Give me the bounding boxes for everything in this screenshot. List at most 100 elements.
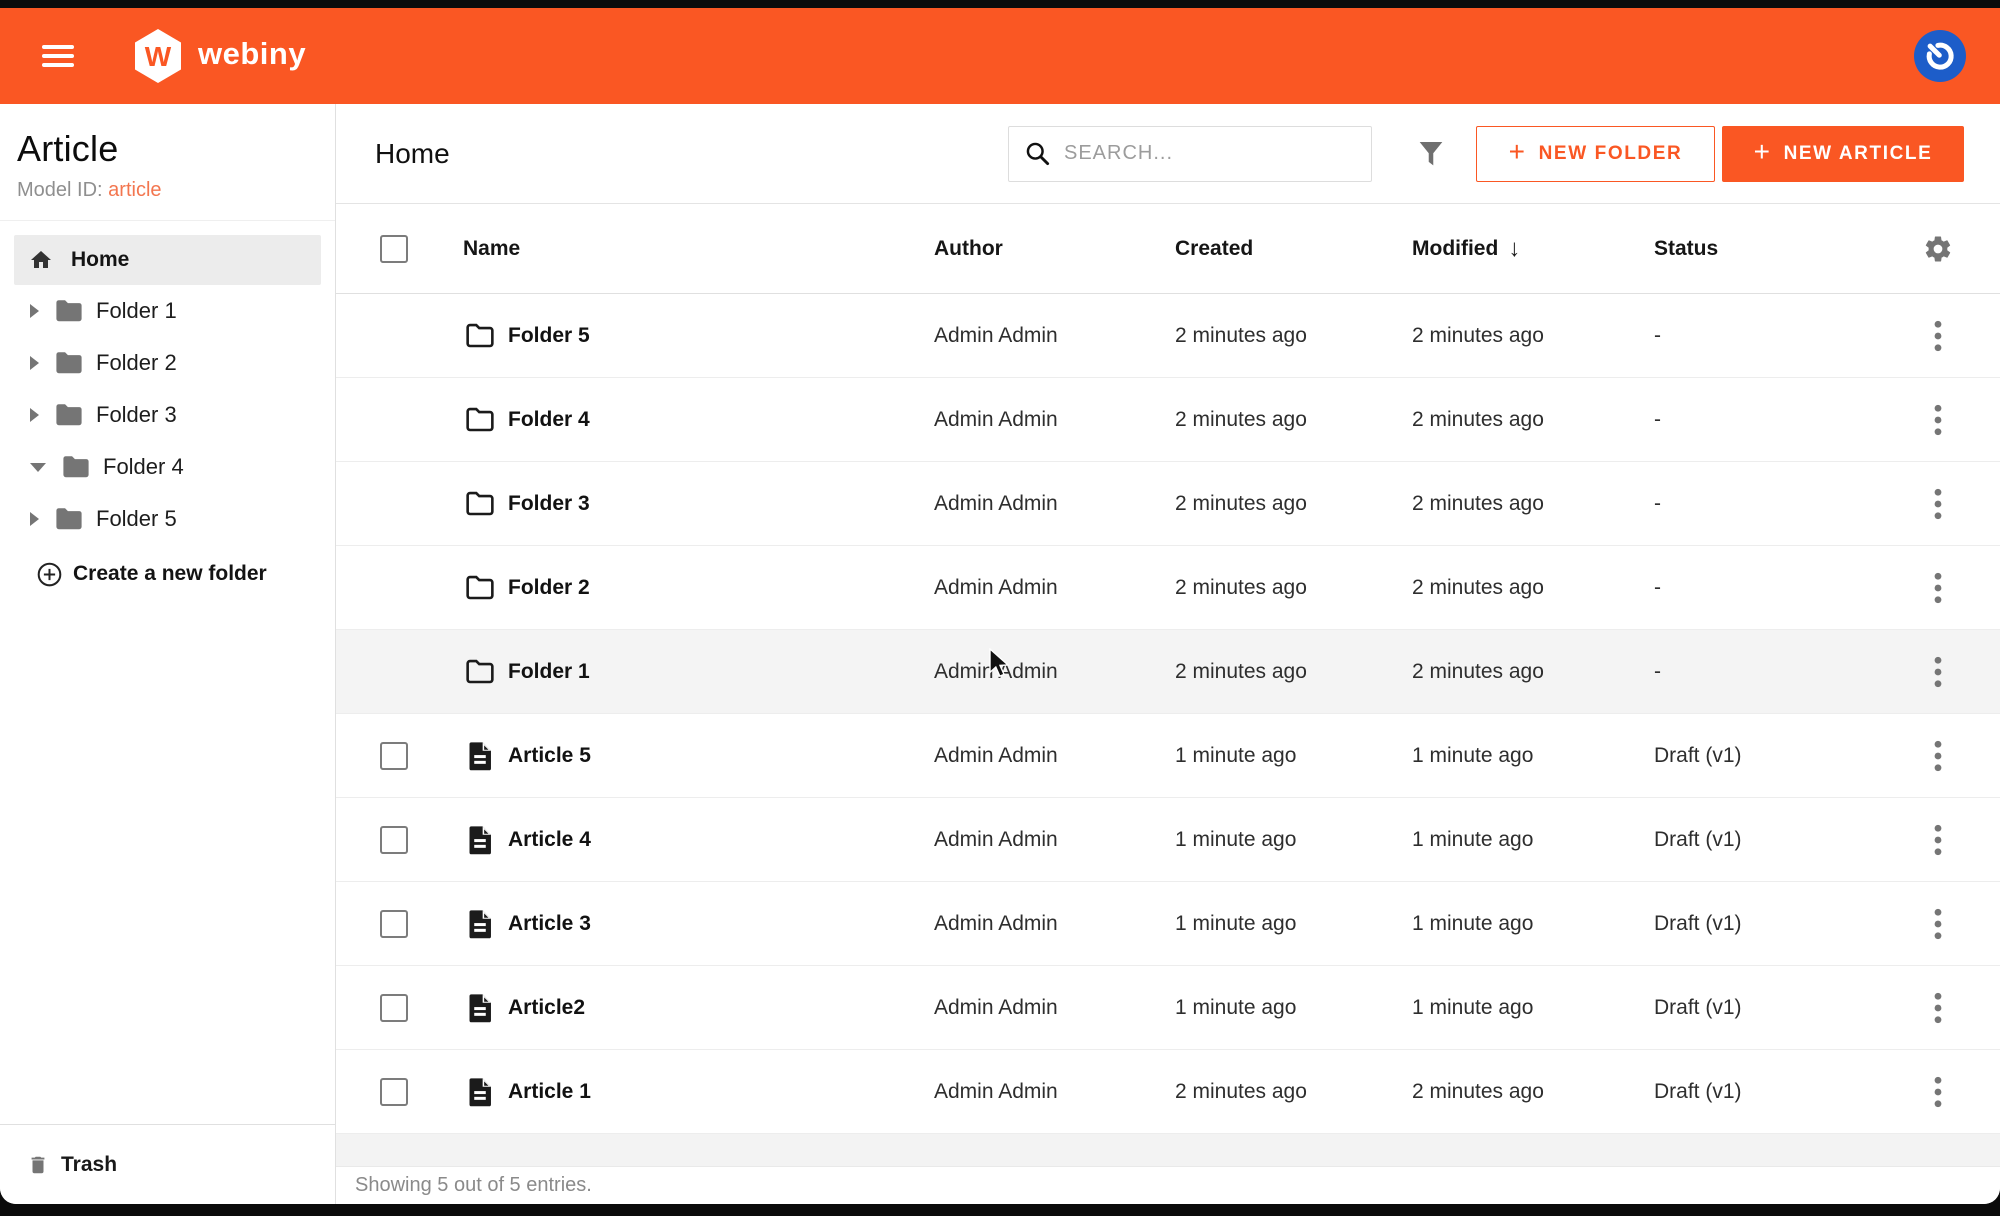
- hamburger-menu-icon[interactable]: [42, 45, 74, 67]
- table-settings-button[interactable]: [1923, 234, 1953, 264]
- table-row[interactable]: Folder 5 Admin Admin 2 minutes ago 2 min…: [336, 294, 2000, 378]
- row-author: Admin Admin: [934, 912, 1175, 936]
- row-name[interactable]: Article2: [508, 996, 934, 1020]
- row-name[interactable]: Folder 5: [508, 324, 934, 348]
- table-row[interactable]: Article 4 Admin Admin 1 minute ago 1 min…: [336, 798, 2000, 882]
- row-actions-menu-button[interactable]: [1933, 907, 1943, 941]
- new-article-label: NEW ARTICLE: [1784, 143, 1933, 165]
- row-name[interactable]: Folder 3: [508, 492, 934, 516]
- select-all-checkbox[interactable]: [380, 235, 408, 263]
- kebab-icon: [1933, 655, 1943, 689]
- filter-button[interactable]: [1414, 136, 1448, 172]
- document-icon: [467, 909, 493, 939]
- row-checkbox[interactable]: [380, 994, 408, 1022]
- row-status: Draft (v1): [1654, 1080, 1906, 1104]
- folder-icon: [54, 403, 84, 427]
- model-id-value: article: [108, 179, 161, 201]
- row-name[interactable]: Article 5: [508, 744, 934, 768]
- caret-icon[interactable]: [30, 463, 46, 472]
- row-actions-menu-button[interactable]: [1933, 991, 1943, 1025]
- table-row[interactable]: Article 5 Admin Admin 1 minute ago 1 min…: [336, 714, 2000, 798]
- row-actions-menu-button[interactable]: [1933, 319, 1943, 353]
- row-checkbox[interactable]: [380, 910, 408, 938]
- sidebar-folder-item[interactable]: Folder 1: [0, 285, 335, 337]
- trash-button[interactable]: Trash: [0, 1124, 335, 1204]
- row-created: 1 minute ago: [1175, 744, 1412, 768]
- row-checkbox[interactable]: [380, 1078, 408, 1106]
- sort-desc-arrow-icon: ↓: [1508, 235, 1520, 263]
- table-row[interactable]: Folder 3 Admin Admin 2 minutes ago 2 min…: [336, 462, 2000, 546]
- row-checkbox[interactable]: [380, 742, 408, 770]
- row-status: -: [1654, 408, 1906, 432]
- brand-wordmark: webiny: [198, 36, 306, 72]
- table-row[interactable]: Article 1 Admin Admin 2 minutes ago 2 mi…: [336, 1050, 2000, 1134]
- filter-icon: [1414, 136, 1448, 172]
- sidebar-folder-item[interactable]: Folder 5: [0, 493, 335, 545]
- row-actions-menu-button[interactable]: [1933, 487, 1943, 521]
- topbar: W webiny: [0, 8, 2000, 104]
- row-name[interactable]: Folder 4: [508, 408, 934, 432]
- document-icon: [467, 1077, 493, 1107]
- power-icon: [1923, 39, 1957, 73]
- row-created: 2 minutes ago: [1175, 324, 1412, 348]
- table-footer: Showing 5 out of 5 entries.: [336, 1167, 2000, 1204]
- user-avatar[interactable]: [1914, 30, 1966, 82]
- folder-icon: [54, 507, 84, 531]
- row-name[interactable]: Folder 1: [508, 660, 934, 684]
- caret-icon[interactable]: [30, 512, 39, 526]
- circle-plus-icon: [36, 561, 63, 588]
- folder-tree: Home Folder 1: [0, 221, 335, 1124]
- row-status: Draft (v1): [1654, 828, 1906, 852]
- sidebar-folder-label: Folder 4: [103, 454, 184, 480]
- sidebar-folder-item[interactable]: Folder 4: [0, 441, 335, 493]
- row-name[interactable]: Article 3: [508, 912, 934, 936]
- sidebar-folder-item[interactable]: Folder 2: [0, 337, 335, 389]
- caret-icon[interactable]: [30, 304, 39, 318]
- search-box: [1008, 126, 1372, 182]
- row-name[interactable]: Folder 2: [508, 576, 934, 600]
- sidebar-folder-item[interactable]: Folder 3: [0, 389, 335, 441]
- sidebar: Article Model ID: article Home: [0, 104, 336, 1204]
- row-modified: 2 minutes ago: [1412, 1080, 1654, 1104]
- caret-icon[interactable]: [30, 356, 39, 370]
- new-folder-button[interactable]: + NEW FOLDER: [1476, 126, 1715, 182]
- row-created: 1 minute ago: [1175, 828, 1412, 852]
- caret-icon[interactable]: [30, 408, 39, 422]
- plus-icon: +: [1754, 136, 1772, 168]
- column-header-modified[interactable]: Modified ↓: [1412, 235, 1654, 263]
- row-checkbox[interactable]: [380, 826, 408, 854]
- table-row[interactable]: Article2 Admin Admin 1 minute ago 1 minu…: [336, 966, 2000, 1050]
- table-row[interactable]: Article 3 Admin Admin 1 minute ago 1 min…: [336, 882, 2000, 966]
- folder-icon: [464, 575, 496, 601]
- breadcrumb[interactable]: Home: [375, 138, 450, 170]
- sidebar-folder-list: Folder 1 Folder 2 Fold: [0, 285, 335, 545]
- row-name[interactable]: Article 1: [508, 1080, 934, 1104]
- sidebar-item-home[interactable]: Home: [14, 235, 321, 285]
- document-icon: [467, 741, 493, 771]
- search-input[interactable]: [1064, 142, 1359, 165]
- kebab-icon: [1933, 571, 1943, 605]
- column-header-status[interactable]: Status: [1654, 237, 1906, 261]
- webiny-logo[interactable]: W webiny: [132, 28, 306, 84]
- kebab-icon: [1933, 991, 1943, 1025]
- table-row[interactable]: Folder 1 Admin Admin 2 minutes ago 2 min…: [336, 630, 2000, 714]
- row-name[interactable]: Article 4: [508, 828, 934, 852]
- create-folder-label: Create a new folder: [73, 562, 267, 586]
- table-row[interactable]: Folder 2 Admin Admin 2 minutes ago 2 min…: [336, 546, 2000, 630]
- row-actions-menu-button[interactable]: [1933, 739, 1943, 773]
- column-header-created[interactable]: Created: [1175, 237, 1412, 261]
- row-status: Draft (v1): [1654, 912, 1906, 936]
- create-folder-button[interactable]: Create a new folder: [0, 547, 335, 601]
- column-header-name[interactable]: Name: [463, 237, 934, 261]
- row-actions-menu-button[interactable]: [1933, 403, 1943, 437]
- row-actions-menu-button[interactable]: [1933, 655, 1943, 689]
- row-actions-menu-button[interactable]: [1933, 571, 1943, 605]
- kebab-icon: [1933, 907, 1943, 941]
- row-actions-menu-button[interactable]: [1933, 1075, 1943, 1109]
- column-header-author[interactable]: Author: [934, 237, 1175, 261]
- row-author: Admin Admin: [934, 996, 1175, 1020]
- row-actions-menu-button[interactable]: [1933, 823, 1943, 857]
- new-article-button[interactable]: + NEW ARTICLE: [1722, 126, 1964, 182]
- model-title: Article: [17, 128, 319, 170]
- table-row[interactable]: Folder 4 Admin Admin 2 minutes ago 2 min…: [336, 378, 2000, 462]
